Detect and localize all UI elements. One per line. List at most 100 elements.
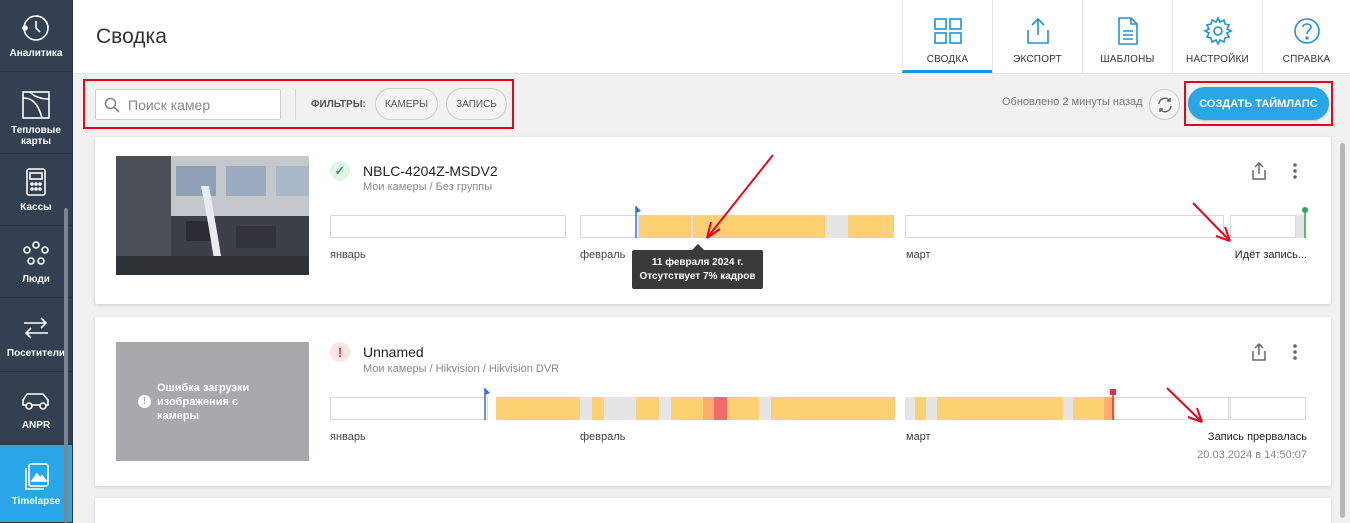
timeline-segment xyxy=(714,397,727,420)
timeline-segment xyxy=(937,397,1063,420)
sidebar-item-timelapse[interactable]: Timelapse xyxy=(0,445,72,523)
month-label: март xyxy=(906,431,931,443)
visitors-icon xyxy=(24,317,48,339)
share-button[interactable] xyxy=(1248,341,1270,363)
annotation-box-filters xyxy=(83,79,514,129)
timeline-segment xyxy=(580,397,592,420)
template-icon xyxy=(1117,17,1138,45)
timeline-start-marker xyxy=(635,206,641,238)
sidebar-item-label: ANPR xyxy=(21,420,51,431)
recording-date: 20.03.2024 в 14:50:07 xyxy=(1197,449,1307,461)
timeline-segment xyxy=(671,397,703,420)
month-label: март xyxy=(906,249,931,261)
timeline-segment xyxy=(639,215,691,238)
status-ok-icon: ✓ xyxy=(330,161,350,181)
share-icon xyxy=(1252,342,1266,361)
share-icon xyxy=(1252,161,1266,180)
camera-card xyxy=(95,498,1331,523)
timeline-segment xyxy=(636,397,659,420)
more-vertical-icon xyxy=(1293,344,1297,360)
more-vertical-icon xyxy=(1293,163,1297,179)
timeline-segment xyxy=(604,397,614,420)
sidebar-item-label: Посетители xyxy=(6,348,66,359)
sidebar-item-analytics[interactable]: Аналитика xyxy=(0,0,72,72)
timelapse-icon xyxy=(25,463,49,490)
tab-label: СПРАВКА xyxy=(1282,54,1331,65)
recording-timeline[interactable] xyxy=(330,206,1308,238)
more-menu-button[interactable] xyxy=(1284,341,1306,363)
tab-label: СВОДКА xyxy=(926,54,969,65)
tab-label: ШАБЛОНЫ xyxy=(1100,54,1155,65)
timeline-segment xyxy=(592,397,604,420)
timeline-segment xyxy=(1114,397,1229,420)
car-icon xyxy=(22,393,49,410)
camera-thumbnail-error: ! Ошибка загрузки изображения с камеры xyxy=(116,342,309,461)
main-scrollbar[interactable] xyxy=(1340,143,1345,518)
recording-status: Идёт запись... xyxy=(1234,249,1307,261)
timeline-segment xyxy=(659,397,671,420)
camera-path: Мои камеры / Hikvision / Hikvision DVR xyxy=(363,363,560,375)
timeline-segment xyxy=(771,397,895,420)
timeline-segment xyxy=(905,397,915,420)
timeline-stop-marker xyxy=(1110,389,1116,420)
export-icon xyxy=(1026,17,1049,44)
timeline-segment xyxy=(905,215,1224,238)
month-label: февраль xyxy=(580,431,626,443)
tab-templates[interactable]: ШАБЛОНЫ xyxy=(1082,0,1172,73)
page-title: Сводка xyxy=(96,25,167,48)
timeline-segment xyxy=(759,397,771,420)
error-icon: ! xyxy=(138,395,151,408)
tab-export[interactable]: ЭКСПОРТ xyxy=(992,0,1082,73)
share-button[interactable] xyxy=(1248,160,1270,182)
sidebar-item-label: Кассы xyxy=(20,202,52,213)
gear-icon xyxy=(1202,16,1233,46)
timeline-segment xyxy=(926,397,937,420)
thumbnail-error-text: Ошибка загрузки изображения с камеры xyxy=(157,381,250,422)
tooltip-date: 11 февраля 2024 г. xyxy=(651,257,744,268)
sidebar-item-label: Тепловые карты xyxy=(11,124,61,147)
tab-label: ЭКСПОРТ xyxy=(1013,54,1062,65)
timeline-segment xyxy=(330,215,566,238)
timeline-tooltip: 11 февраля 2024 г. Отсутствует 7% кадров xyxy=(632,244,763,289)
updated-status: Обновлено 2 минуты назад xyxy=(1002,96,1143,108)
timeline-segment xyxy=(915,397,926,420)
timeline-segment xyxy=(848,215,894,238)
sidebar-item-visitors[interactable]: Посетители xyxy=(0,300,72,372)
camera-name[interactable]: NBLC-4204Z-MSDV2 xyxy=(363,163,498,179)
tab-summary[interactable]: СВОДКА xyxy=(902,0,992,73)
timeline-segment xyxy=(1230,215,1296,238)
month-label: январь xyxy=(330,249,366,261)
timeline-segment xyxy=(1063,397,1073,420)
timeline-segment xyxy=(1230,397,1306,420)
sidebar-scrollbar[interactable] xyxy=(64,208,68,523)
sidebar: Аналитика Тепловые карты Кассы Люди Посе… xyxy=(0,0,73,523)
sidebar-item-heatmaps[interactable]: Тепловые карты xyxy=(0,82,72,154)
help-icon xyxy=(1293,18,1320,44)
more-menu-button[interactable] xyxy=(1284,160,1306,182)
timeline-segment xyxy=(496,397,580,420)
sidebar-item-people[interactable]: Люди xyxy=(0,226,72,298)
timeline-segment xyxy=(580,215,639,238)
camera-thumbnail[interactable] xyxy=(116,156,309,275)
analytics-icon xyxy=(22,15,49,41)
camera-name[interactable]: Unnamed xyxy=(363,344,424,360)
month-label: январь xyxy=(330,431,366,443)
month-label: февраль xyxy=(580,249,626,261)
recording-timeline[interactable] xyxy=(330,388,1307,420)
tab-help[interactable]: СПРАВКА xyxy=(1262,0,1350,73)
recording-status: Запись прервалась xyxy=(1207,431,1307,443)
people-icon xyxy=(23,241,49,265)
timeline-segment xyxy=(330,397,488,420)
heatmap-icon xyxy=(22,90,50,119)
refresh-button[interactable] xyxy=(1149,89,1180,120)
status-error-icon: ! xyxy=(330,342,350,362)
sidebar-item-label: Аналитика xyxy=(9,48,63,59)
timeline-segment xyxy=(825,215,848,238)
dashboard-icon xyxy=(933,18,962,44)
refresh-icon xyxy=(1157,97,1172,112)
timeline-segment xyxy=(693,215,825,238)
tab-settings[interactable]: НАСТРОЙКИ xyxy=(1172,0,1262,73)
sidebar-item-cash[interactable]: Кассы xyxy=(0,154,72,226)
sidebar-item-anpr[interactable]: ANPR xyxy=(0,372,72,444)
cash-register-icon xyxy=(26,168,46,196)
